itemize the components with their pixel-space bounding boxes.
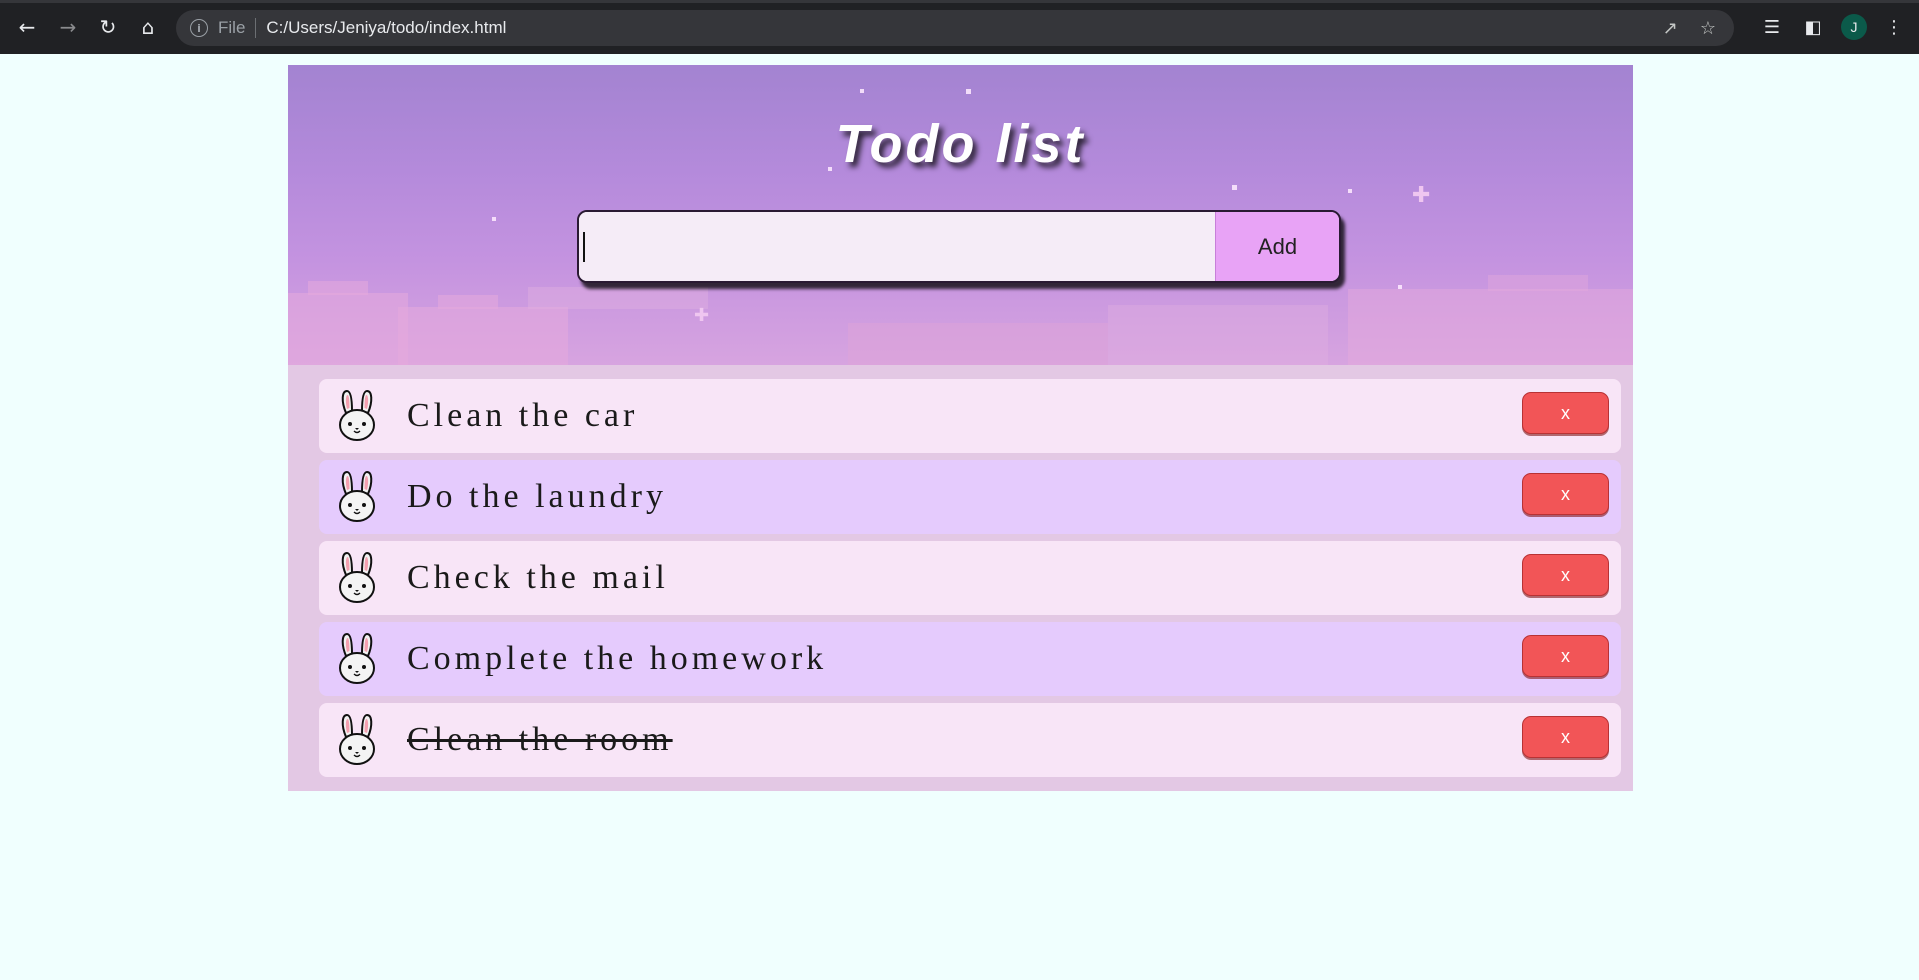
reload-icon[interactable]: ↻ — [93, 12, 123, 42]
todo-text[interactable]: Check the mail — [407, 559, 669, 597]
todo-text[interactable]: Clean the car — [407, 397, 638, 435]
address-bar[interactable]: i File C:/Users/Jeniya/todo/index.html ↗… — [176, 10, 1734, 46]
forward-icon[interactable]: → — [53, 12, 83, 42]
delete-button[interactable]: x — [1522, 554, 1609, 596]
todo-list: Clean the car x Do the laundry x Check the… — [319, 379, 1621, 784]
bunny-icon — [337, 551, 377, 605]
browser-toolbar: ← → ↻ ⌂ i File C:/Users/Jeniya/todo/inde… — [0, 0, 1919, 54]
url-text[interactable]: C:/Users/Jeniya/todo/index.html — [266, 18, 506, 38]
media-queue-icon[interactable]: ☰ — [1757, 12, 1787, 42]
page-title: Todo list — [835, 114, 1086, 174]
todo-item[interactable]: Complete the homework x — [319, 622, 1621, 696]
add-todo-form: Add — [577, 210, 1341, 283]
header-banner: ✚ ✚ Todo list Add — [288, 65, 1633, 365]
profile-avatar[interactable]: J — [1841, 14, 1867, 40]
bunny-icon — [337, 470, 377, 524]
todo-input[interactable] — [579, 212, 1215, 281]
url-scheme: File — [218, 18, 246, 37]
side-panel-icon[interactable]: ◧ — [1798, 12, 1828, 42]
bunny-icon — [337, 632, 377, 686]
url-divider — [255, 18, 257, 38]
todo-item[interactable]: Clean the car x — [319, 379, 1621, 453]
menu-kebab-icon[interactable]: ⋮ — [1879, 12, 1909, 42]
todo-app: ✚ ✚ Todo list Add Clean the car x Do the… — [288, 65, 1633, 791]
text-caret — [583, 232, 585, 262]
omnibox-actions: ↗ ☆ — [1663, 10, 1716, 46]
add-button[interactable]: Add — [1215, 212, 1339, 281]
delete-button[interactable]: x — [1522, 716, 1609, 758]
todo-text[interactable]: Clean the room — [407, 721, 673, 759]
home-icon[interactable]: ⌂ — [133, 12, 163, 42]
todo-item[interactable]: Do the laundry x — [319, 460, 1621, 534]
bunny-icon — [337, 389, 377, 443]
todo-item[interactable]: Check the mail x — [319, 541, 1621, 615]
sparkle-icon: ✚ — [1412, 183, 1431, 208]
back-icon[interactable]: ← — [12, 12, 42, 42]
sparkle-icon: ✚ — [694, 305, 710, 326]
todo-text[interactable]: Complete the homework — [407, 640, 827, 678]
todo-text[interactable]: Do the laundry — [407, 478, 667, 516]
bookmark-star-icon[interactable]: ☆ — [1700, 18, 1716, 39]
tab-strip-edge — [0, 0, 1919, 3]
delete-button[interactable]: x — [1522, 635, 1609, 677]
share-icon[interactable]: ↗ — [1663, 18, 1678, 39]
bunny-icon — [337, 713, 377, 767]
delete-button[interactable]: x — [1522, 392, 1609, 434]
site-info-icon[interactable]: i — [190, 19, 208, 37]
delete-button[interactable]: x — [1522, 473, 1609, 515]
todo-item[interactable]: Clean the room x — [319, 703, 1621, 777]
